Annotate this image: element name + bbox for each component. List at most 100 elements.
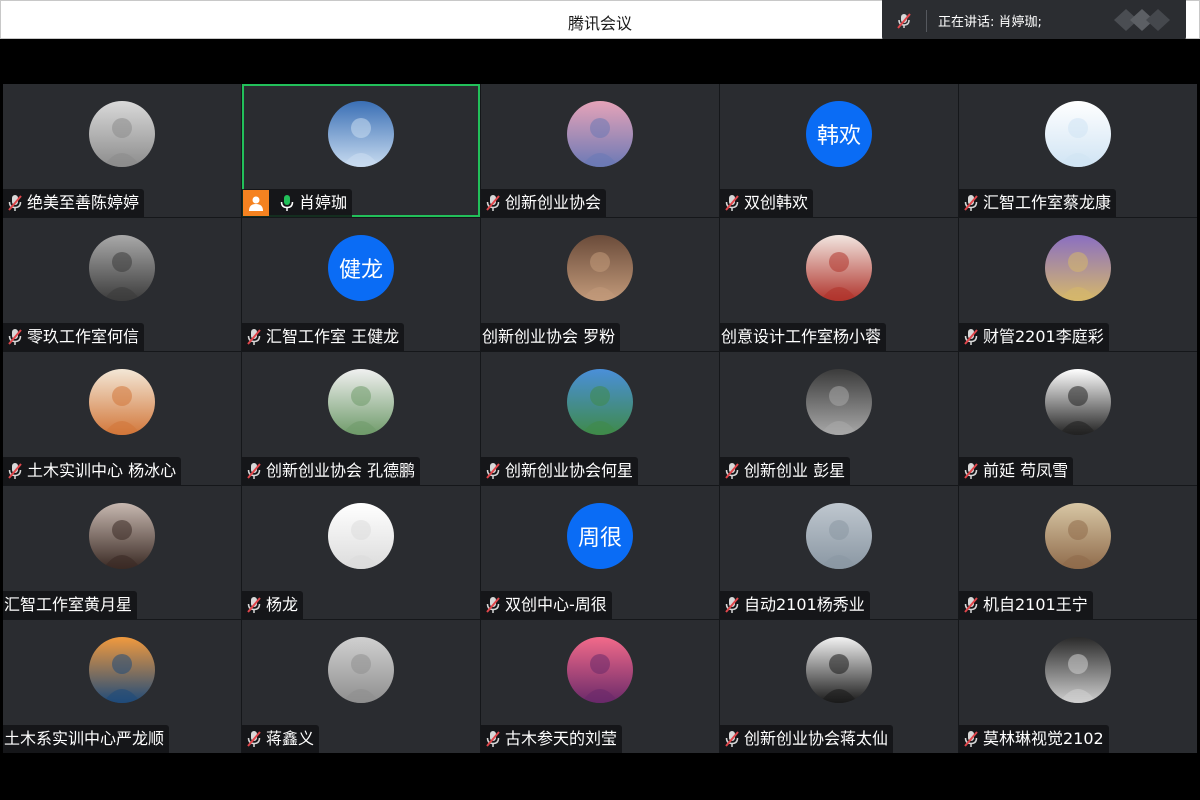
participant-tile[interactable]: 杨龙 <box>242 486 480 619</box>
participant-tile[interactable]: 财管2201李庭彩 <box>959 218 1197 351</box>
muted-mic-icon[interactable] <box>882 0 926 41</box>
participant-tile[interactable]: 自动2101杨秀业 <box>720 486 958 619</box>
name-tag: 汇智工作室蔡龙康 <box>959 189 1117 217</box>
name-tag: 创新创业协会 罗粉 <box>481 323 621 351</box>
avatar-initials: 周很 <box>577 526 622 551</box>
host-person-icon <box>243 190 269 216</box>
name-tag: 汇智工作室 王健龙 <box>242 323 405 351</box>
participant-tile[interactable]: 韩欢 双创韩欢 <box>720 84 958 217</box>
participant-tile[interactable]: 汇智工作室蔡龙康 <box>959 84 1197 217</box>
participant-tile[interactable]: 肖婷珈 <box>242 84 480 217</box>
name-tag: 财管2201李庭彩 <box>959 323 1109 351</box>
name-tag: 绝美至善陈婷婷 <box>3 189 145 217</box>
name-tag: 零玖工作室何信 <box>3 323 145 351</box>
muted-mic-icon <box>242 725 266 753</box>
muted-mic-icon <box>3 323 27 351</box>
muted-mic-icon <box>242 591 266 619</box>
participant-tile[interactable]: 创新创业协会蒋太仙 <box>720 620 958 753</box>
name-tag: 创新创业 彭星 <box>720 457 851 485</box>
name-tag: 创新创业协会蒋太仙 <box>720 725 894 753</box>
participant-tile[interactable]: 创新创业协会 罗粉 <box>481 218 719 351</box>
participant-tile[interactable]: 零玖工作室何信 <box>3 218 241 351</box>
participant-name: 自动2101杨秀业 <box>744 595 865 614</box>
avatar-photo <box>89 637 155 703</box>
avatar-photo <box>1045 101 1111 167</box>
avatar-photo <box>806 637 872 703</box>
name-tag: 自动2101杨秀业 <box>720 591 870 619</box>
participant-tile[interactable]: 健龙汇智工作室 王健龙 <box>242 218 480 351</box>
participant-tile[interactable]: 创新创业协会 <box>481 84 719 217</box>
text-avatar: 周很 <box>567 503 633 569</box>
participant-name: 双创中心-周很 <box>505 595 607 614</box>
avatar-photo <box>89 101 155 167</box>
name-tag: 汇智工作室黄月星 <box>3 591 138 619</box>
muted-mic-icon <box>959 725 983 753</box>
participant-name: 创新创业协会蒋太仙 <box>744 729 889 748</box>
avatar-photo <box>1045 503 1111 569</box>
participant-tile[interactable]: 周很双创中心-周很 <box>481 486 719 619</box>
avatar-photo <box>328 369 394 435</box>
name-tag: 杨龙 <box>242 591 304 619</box>
avatar-photo <box>328 101 394 167</box>
avatar-photo <box>89 503 155 569</box>
participant-name: 前延 苟凤雪 <box>983 461 1069 480</box>
avatar-photo <box>1045 369 1111 435</box>
muted-mic-icon <box>481 457 505 485</box>
participant-tile[interactable]: 蒋鑫义 <box>242 620 480 753</box>
name-tag: 双创中心-周很 <box>481 591 612 619</box>
participant-tile[interactable]: 创新创业协会 孔德鹏 <box>242 352 480 485</box>
participant-name: 汇智工作室蔡龙康 <box>983 193 1112 212</box>
participant-name: 创新创业 彭星 <box>744 461 846 480</box>
participant-tile[interactable]: 土木系实训中心严龙顺 <box>3 620 241 753</box>
participant-name: 创新创业协会何星 <box>505 461 634 480</box>
participant-tile[interactable]: 土木实训中心 杨冰心 <box>3 352 241 485</box>
participant-tile[interactable]: 创意设计工作室杨小蓉 <box>720 218 958 351</box>
participant-name: 土木系实训中心严龙顺 <box>4 729 165 748</box>
video-bottom-band <box>3 753 1197 797</box>
muted-mic-icon <box>481 189 505 217</box>
muted-mic-icon <box>959 189 983 217</box>
participant-name: 创新创业协会 罗粉 <box>482 327 616 346</box>
participant-tile[interactable]: 创新创业 彭星 <box>720 352 958 485</box>
participant-tile[interactable]: 汇智工作室黄月星 <box>3 486 241 619</box>
participant-name: 创新创业协会 <box>505 193 602 212</box>
participant-tile[interactable]: 莫林琳视觉2102 <box>959 620 1197 753</box>
participant-tile[interactable]: 前延 苟凤雪 <box>959 352 1197 485</box>
participant-name: 土木实训中心 杨冰心 <box>27 461 177 480</box>
muted-mic-icon <box>720 725 744 753</box>
name-tag: 创新创业协会何星 <box>481 457 639 485</box>
participant-tile[interactable]: 创新创业协会何星 <box>481 352 719 485</box>
participant-name: 汇智工作室 王健龙 <box>266 327 400 346</box>
name-tag: 肖婷珈 <box>242 189 353 217</box>
participant-tile[interactable]: 绝美至善陈婷婷 <box>3 84 241 217</box>
muted-mic-icon <box>959 457 983 485</box>
name-tag: 莫林琳视觉2102 <box>959 725 1109 753</box>
name-tag: 创新创业协会 <box>481 189 607 217</box>
divider <box>926 9 927 32</box>
participant-name: 创新创业协会 孔德鹏 <box>266 461 416 480</box>
muted-mic-icon <box>720 189 744 217</box>
participant-tile[interactable]: 古木参天的刘莹 <box>481 620 719 753</box>
participant-name: 杨龙 <box>266 595 299 614</box>
avatar-photo <box>806 369 872 435</box>
avatar-photo <box>89 235 155 301</box>
participant-name: 莫林琳视觉2102 <box>983 729 1104 748</box>
participant-grid: 绝美至善陈婷婷 肖婷珈 创新创业协会 韩欢 双创韩欢汇智工作室蔡龙康零玖工作室何信 健龙汇… <box>3 84 1197 753</box>
participant-name: 财管2201李庭彩 <box>983 327 1104 346</box>
participant-name: 绝美至善陈婷婷 <box>27 193 140 212</box>
muted-mic-icon <box>481 591 505 619</box>
avatar-photo <box>328 503 394 569</box>
participant-tile[interactable]: 机自2101王宁 <box>959 486 1197 619</box>
avatar-photo <box>567 235 633 301</box>
avatar-initials: 健龙 <box>338 258 383 283</box>
muted-mic-icon <box>242 457 266 485</box>
avatar-photo <box>1045 637 1111 703</box>
name-tag: 创意设计工作室杨小蓉 <box>720 323 887 351</box>
name-tag: 机自2101王宁 <box>959 591 1093 619</box>
name-tag: 前延 苟凤雪 <box>959 457 1074 485</box>
speaking-indicator[interactable]: 正在讲话: 肖婷珈; <box>882 0 1186 41</box>
name-tag: 蒋鑫义 <box>242 725 320 753</box>
participant-name: 汇智工作室黄月星 <box>4 595 133 614</box>
text-avatar: 韩欢 <box>806 101 872 167</box>
muted-mic-icon <box>720 457 744 485</box>
